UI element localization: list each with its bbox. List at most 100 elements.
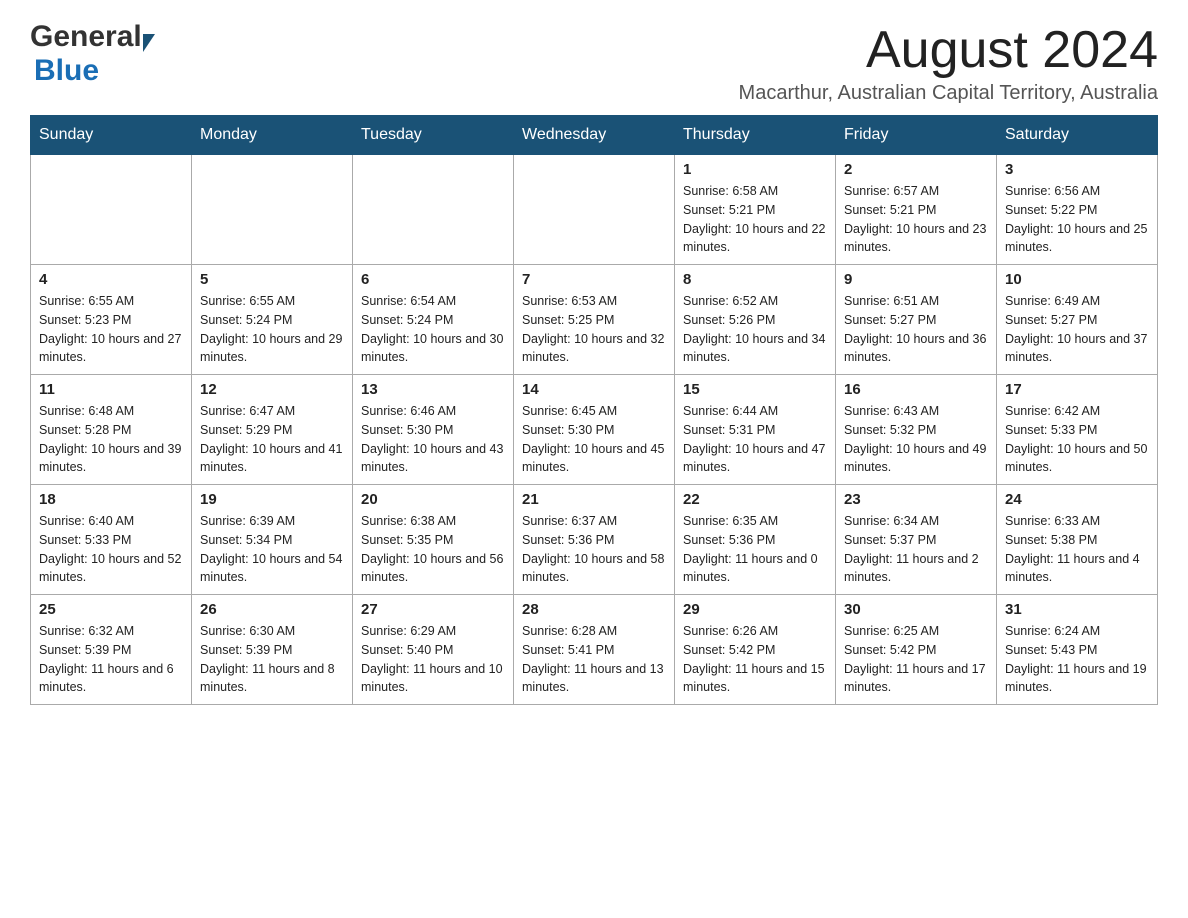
- day-number: 2: [844, 161, 988, 178]
- day-number: 4: [39, 271, 183, 288]
- logo-blue-text: Blue: [34, 54, 99, 88]
- day-info: Sunrise: 6:42 AMSunset: 5:33 PMDaylight:…: [1005, 402, 1149, 477]
- day-cell: 25 Sunrise: 6:32 AMSunset: 5:39 PMDayligh…: [31, 595, 192, 705]
- day-cell: [31, 155, 192, 265]
- day-number: 16: [844, 381, 988, 398]
- day-number: 8: [683, 271, 827, 288]
- day-info: Sunrise: 6:55 AMSunset: 5:24 PMDaylight:…: [200, 292, 344, 367]
- day-info: Sunrise: 6:37 AMSunset: 5:36 PMDaylight:…: [522, 512, 666, 587]
- day-number: 5: [200, 271, 344, 288]
- day-info: Sunrise: 6:29 AMSunset: 5:40 PMDaylight:…: [361, 622, 505, 697]
- day-cell: 26 Sunrise: 6:30 AMSunset: 5:39 PMDayligh…: [192, 595, 353, 705]
- day-number: 1: [683, 161, 827, 178]
- day-info: Sunrise: 6:30 AMSunset: 5:39 PMDaylight:…: [200, 622, 344, 697]
- day-number: 13: [361, 381, 505, 398]
- day-number: 12: [200, 381, 344, 398]
- calendar-table: SundayMondayTuesdayWednesdayThursdayFrid…: [30, 115, 1158, 705]
- week-row-5: 25 Sunrise: 6:32 AMSunset: 5:39 PMDayligh…: [31, 595, 1158, 705]
- header-monday: Monday: [192, 116, 353, 155]
- day-cell: 12 Sunrise: 6:47 AMSunset: 5:29 PMDayligh…: [192, 375, 353, 485]
- day-info: Sunrise: 6:49 AMSunset: 5:27 PMDaylight:…: [1005, 292, 1149, 367]
- day-info: Sunrise: 6:34 AMSunset: 5:37 PMDaylight:…: [844, 512, 988, 587]
- day-cell: 30 Sunrise: 6:25 AMSunset: 5:42 PMDayligh…: [836, 595, 997, 705]
- day-cell: 4Sunrise: 6:55 AMSunset: 5:23 PMDaylight…: [31, 265, 192, 375]
- day-number: 26: [200, 601, 344, 618]
- day-cell: 24 Sunrise: 6:33 AMSunset: 5:38 PMDayligh…: [997, 485, 1158, 595]
- day-number: 14: [522, 381, 666, 398]
- calendar-subtitle: Macarthur, Australian Capital Territory,…: [739, 82, 1158, 105]
- day-number: 25: [39, 601, 183, 618]
- header-sunday: Sunday: [31, 116, 192, 155]
- day-info: Sunrise: 6:58 AMSunset: 5:21 PMDaylight:…: [683, 182, 827, 257]
- header-friday: Friday: [836, 116, 997, 155]
- day-cell: 28Sunrise: 6:28 AMSunset: 5:41 PMDayligh…: [514, 595, 675, 705]
- day-cell: 6Sunrise: 6:54 AMSunset: 5:24 PMDaylight…: [353, 265, 514, 375]
- day-cell: 29Sunrise: 6:26 AMSunset: 5:42 PMDayligh…: [675, 595, 836, 705]
- day-number: 6: [361, 271, 505, 288]
- calendar-header-row: SundayMondayTuesdayWednesdayThursdayFrid…: [31, 116, 1158, 155]
- day-info: Sunrise: 6:26 AMSunset: 5:42 PMDaylight:…: [683, 622, 827, 697]
- day-cell: 15 Sunrise: 6:44 AMSunset: 5:31 PMDayligh…: [675, 375, 836, 485]
- day-number: 22: [683, 491, 827, 508]
- day-cell: 21 Sunrise: 6:37 AMSunset: 5:36 PMDayligh…: [514, 485, 675, 595]
- day-info: Sunrise: 6:38 AMSunset: 5:35 PMDaylight:…: [361, 512, 505, 587]
- week-row-4: 18 Sunrise: 6:40 AMSunset: 5:33 PMDayligh…: [31, 485, 1158, 595]
- day-info: Sunrise: 6:39 AMSunset: 5:34 PMDaylight:…: [200, 512, 344, 587]
- day-info: Sunrise: 6:33 AMSunset: 5:38 PMDaylight:…: [1005, 512, 1149, 587]
- day-number: 15: [683, 381, 827, 398]
- day-cell: 17 Sunrise: 6:42 AMSunset: 5:33 PMDayligh…: [997, 375, 1158, 485]
- day-number: 31: [1005, 601, 1149, 618]
- day-info: Sunrise: 6:46 AMSunset: 5:30 PMDaylight:…: [361, 402, 505, 477]
- day-cell: [514, 155, 675, 265]
- day-info: Sunrise: 6:24 AMSunset: 5:43 PMDaylight:…: [1005, 622, 1149, 697]
- day-cell: 3 Sunrise: 6:56 AMSunset: 5:22 PMDaylight…: [997, 155, 1158, 265]
- day-number: 17: [1005, 381, 1149, 398]
- day-info: Sunrise: 6:53 AMSunset: 5:25 PMDaylight:…: [522, 292, 666, 367]
- day-number: 30: [844, 601, 988, 618]
- day-cell: 31 Sunrise: 6:24 AMSunset: 5:43 PMDayligh…: [997, 595, 1158, 705]
- day-cell: 13 Sunrise: 6:46 AMSunset: 5:30 PMDayligh…: [353, 375, 514, 485]
- day-info: Sunrise: 6:56 AMSunset: 5:22 PMDaylight:…: [1005, 182, 1149, 257]
- day-number: 7: [522, 271, 666, 288]
- day-number: 9: [844, 271, 988, 288]
- day-info: Sunrise: 6:25 AMSunset: 5:42 PMDaylight:…: [844, 622, 988, 697]
- day-cell: 18 Sunrise: 6:40 AMSunset: 5:33 PMDayligh…: [31, 485, 192, 595]
- day-number: 27: [361, 601, 505, 618]
- day-info: Sunrise: 6:51 AMSunset: 5:27 PMDaylight:…: [844, 292, 988, 367]
- day-info: Sunrise: 6:40 AMSunset: 5:33 PMDaylight:…: [39, 512, 183, 587]
- page-header: General Blue August 2024 Macarthur, Aust…: [30, 20, 1158, 105]
- day-number: 21: [522, 491, 666, 508]
- day-cell: 10 Sunrise: 6:49 AMSunset: 5:27 PMDayligh…: [997, 265, 1158, 375]
- logo-general-text: General: [30, 20, 142, 54]
- day-info: Sunrise: 6:44 AMSunset: 5:31 PMDaylight:…: [683, 402, 827, 477]
- day-cell: 2Sunrise: 6:57 AMSunset: 5:21 PMDaylight…: [836, 155, 997, 265]
- day-cell: 9 Sunrise: 6:51 AMSunset: 5:27 PMDaylight…: [836, 265, 997, 375]
- week-row-1: 1 Sunrise: 6:58 AMSunset: 5:21 PMDaylight…: [31, 155, 1158, 265]
- logo-triangle-icon: [143, 34, 155, 52]
- day-cell: 27 Sunrise: 6:29 AMSunset: 5:40 PMDayligh…: [353, 595, 514, 705]
- day-cell: 5 Sunrise: 6:55 AMSunset: 5:24 PMDaylight…: [192, 265, 353, 375]
- day-number: 11: [39, 381, 183, 398]
- day-cell: 8Sunrise: 6:52 AMSunset: 5:26 PMDaylight…: [675, 265, 836, 375]
- week-row-2: 4Sunrise: 6:55 AMSunset: 5:23 PMDaylight…: [31, 265, 1158, 375]
- day-info: Sunrise: 6:28 AMSunset: 5:41 PMDaylight:…: [522, 622, 666, 697]
- day-info: Sunrise: 6:32 AMSunset: 5:39 PMDaylight:…: [39, 622, 183, 697]
- day-info: Sunrise: 6:43 AMSunset: 5:32 PMDaylight:…: [844, 402, 988, 477]
- header-thursday: Thursday: [675, 116, 836, 155]
- day-number: 10: [1005, 271, 1149, 288]
- calendar-title: August 2024: [739, 20, 1158, 80]
- day-number: 24: [1005, 491, 1149, 508]
- day-cell: 16 Sunrise: 6:43 AMSunset: 5:32 PMDayligh…: [836, 375, 997, 485]
- day-info: Sunrise: 6:47 AMSunset: 5:29 PMDaylight:…: [200, 402, 344, 477]
- day-cell: 22 Sunrise: 6:35 AMSunset: 5:36 PMDayligh…: [675, 485, 836, 595]
- day-number: 19: [200, 491, 344, 508]
- day-cell: [353, 155, 514, 265]
- logo: General Blue: [30, 20, 156, 88]
- day-number: 18: [39, 491, 183, 508]
- header-wednesday: Wednesday: [514, 116, 675, 155]
- day-info: Sunrise: 6:35 AMSunset: 5:36 PMDaylight:…: [683, 512, 827, 587]
- day-cell: [192, 155, 353, 265]
- day-number: 3: [1005, 161, 1149, 178]
- day-cell: 20Sunrise: 6:38 AMSunset: 5:35 PMDayligh…: [353, 485, 514, 595]
- day-cell: 23Sunrise: 6:34 AMSunset: 5:37 PMDayligh…: [836, 485, 997, 595]
